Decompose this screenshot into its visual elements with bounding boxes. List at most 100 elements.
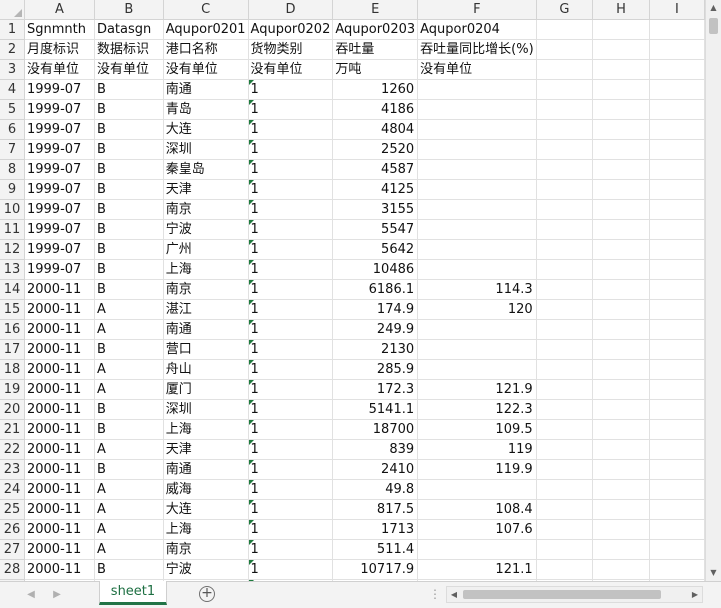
cell-e[interactable]: 2520 (332, 139, 419, 160)
row-header[interactable]: 19 (0, 379, 25, 400)
cell-d[interactable]: 1 (248, 439, 334, 460)
cell-c[interactable]: 湛江 (163, 299, 249, 320)
cell-f[interactable]: 120 (417, 299, 537, 320)
empty-cell[interactable] (649, 199, 705, 220)
cell-d[interactable]: 1 (248, 219, 334, 240)
cell-b[interactable]: B (94, 259, 164, 280)
cell-d[interactable]: 1 (248, 359, 334, 380)
empty-cell[interactable] (592, 119, 650, 140)
empty-cell[interactable] (536, 559, 594, 580)
empty-cell[interactable] (649, 479, 705, 500)
cell-b[interactable]: B (94, 139, 164, 160)
row-header[interactable]: 26 (0, 519, 25, 540)
column-header-i[interactable]: I (649, 0, 705, 20)
empty-cell[interactable] (592, 299, 650, 320)
column-header-a[interactable]: A (24, 0, 95, 20)
empty-cell[interactable] (649, 239, 705, 260)
cell-b[interactable]: B (94, 419, 164, 440)
cell-a[interactable]: 2000-11 (24, 419, 95, 440)
empty-cell[interactable] (592, 159, 650, 180)
cell-f[interactable] (417, 539, 537, 560)
cell-a[interactable]: 月度标识 (24, 39, 95, 60)
cell-d[interactable]: 1 (248, 399, 334, 420)
cell-d[interactable]: 1 (248, 119, 334, 140)
cell-f[interactable]: 108.4 (417, 499, 537, 520)
row-header[interactable]: 15 (0, 299, 25, 320)
cell-d[interactable]: 没有单位 (248, 59, 334, 80)
cell-e[interactable]: 4587 (332, 159, 419, 180)
cell-f[interactable] (417, 139, 537, 160)
cell-b[interactable]: B (94, 199, 164, 220)
row-header[interactable]: 13 (0, 259, 25, 280)
empty-cell[interactable] (592, 79, 650, 100)
empty-cell[interactable] (536, 19, 594, 40)
empty-cell[interactable] (536, 259, 594, 280)
cell-b[interactable]: A (94, 499, 164, 520)
cell-b[interactable]: B (94, 99, 164, 120)
empty-cell[interactable] (536, 339, 594, 360)
cell-b[interactable]: B (94, 559, 164, 580)
cell-f[interactable] (417, 339, 537, 360)
vertical-scroll-thumb[interactable] (709, 18, 718, 34)
cell-f[interactable]: 109.5 (417, 419, 537, 440)
cell-e[interactable]: 4125 (332, 179, 419, 200)
cell-b[interactable]: 数据标识 (94, 39, 164, 60)
empty-cell[interactable] (592, 139, 650, 160)
cell-f[interactable]: 119.9 (417, 459, 537, 480)
scroll-left-icon[interactable]: ◀ (447, 587, 461, 602)
horizontal-scrollbar[interactable]: ◀ ▶ (446, 586, 703, 603)
cell-e[interactable]: 174.9 (332, 299, 419, 320)
scroll-down-icon[interactable]: ▼ (706, 565, 721, 581)
empty-cell[interactable] (649, 379, 705, 400)
cell-c[interactable]: 南通 (163, 79, 249, 100)
cell-b[interactable]: B (94, 119, 164, 140)
cell-f[interactable] (417, 119, 537, 140)
cell-b[interactable]: A (94, 379, 164, 400)
empty-cell[interactable] (649, 539, 705, 560)
empty-cell[interactable] (649, 259, 705, 280)
select-all-corner[interactable] (0, 0, 25, 20)
empty-cell[interactable] (649, 119, 705, 140)
row-header[interactable]: 14 (0, 279, 25, 300)
empty-cell[interactable] (649, 139, 705, 160)
cell-c[interactable]: 港口名称 (163, 39, 249, 60)
triangle-right-icon[interactable]: ▶ (50, 587, 64, 603)
cell-b[interactable]: B (94, 159, 164, 180)
empty-cell[interactable] (649, 79, 705, 100)
cell-a[interactable]: 2000-11 (24, 399, 95, 420)
cell-a[interactable]: 没有单位 (24, 59, 95, 80)
cell-d[interactable]: 1 (248, 139, 334, 160)
cell-table[interactable]: ABCDEFGHI 1 Sgnmnth Datasgn Aqupor0201 Aqupo… (0, 0, 705, 581)
cell-c[interactable]: 大连 (163, 119, 249, 140)
plus-circle-icon[interactable]: + (199, 586, 215, 602)
row-header[interactable]: 9 (0, 179, 25, 200)
cell-d[interactable]: 1 (248, 499, 334, 520)
empty-cell[interactable] (536, 519, 594, 540)
row-header[interactable]: 7 (0, 139, 25, 160)
row-header[interactable]: 3 (0, 59, 25, 80)
empty-cell[interactable] (649, 59, 705, 80)
empty-cell[interactable] (536, 379, 594, 400)
row-header[interactable]: 8 (0, 159, 25, 180)
cell-a[interactable]: 1999-07 (24, 79, 95, 100)
empty-cell[interactable] (592, 499, 650, 520)
empty-cell[interactable] (592, 59, 650, 80)
cell-b[interactable]: B (94, 219, 164, 240)
empty-cell[interactable] (536, 59, 594, 80)
empty-cell[interactable] (536, 219, 594, 240)
cell-d[interactable]: 1 (248, 179, 334, 200)
cell-f[interactable]: 121.9 (417, 379, 537, 400)
cell-e[interactable]: 3155 (332, 199, 419, 220)
cell-a[interactable]: 2000-11 (24, 299, 95, 320)
cell-e[interactable]: 49.8 (332, 479, 419, 500)
cell-c[interactable]: 营口 (163, 339, 249, 360)
cell-c[interactable]: 上海 (163, 259, 249, 280)
empty-cell[interactable] (649, 99, 705, 120)
empty-cell[interactable] (536, 479, 594, 500)
row-header[interactable]: 20 (0, 399, 25, 420)
empty-cell[interactable] (592, 199, 650, 220)
empty-cell[interactable] (592, 99, 650, 120)
cell-e[interactable]: 18700 (332, 419, 419, 440)
column-header-f[interactable]: F (417, 0, 537, 20)
cell-f[interactable] (417, 239, 537, 260)
